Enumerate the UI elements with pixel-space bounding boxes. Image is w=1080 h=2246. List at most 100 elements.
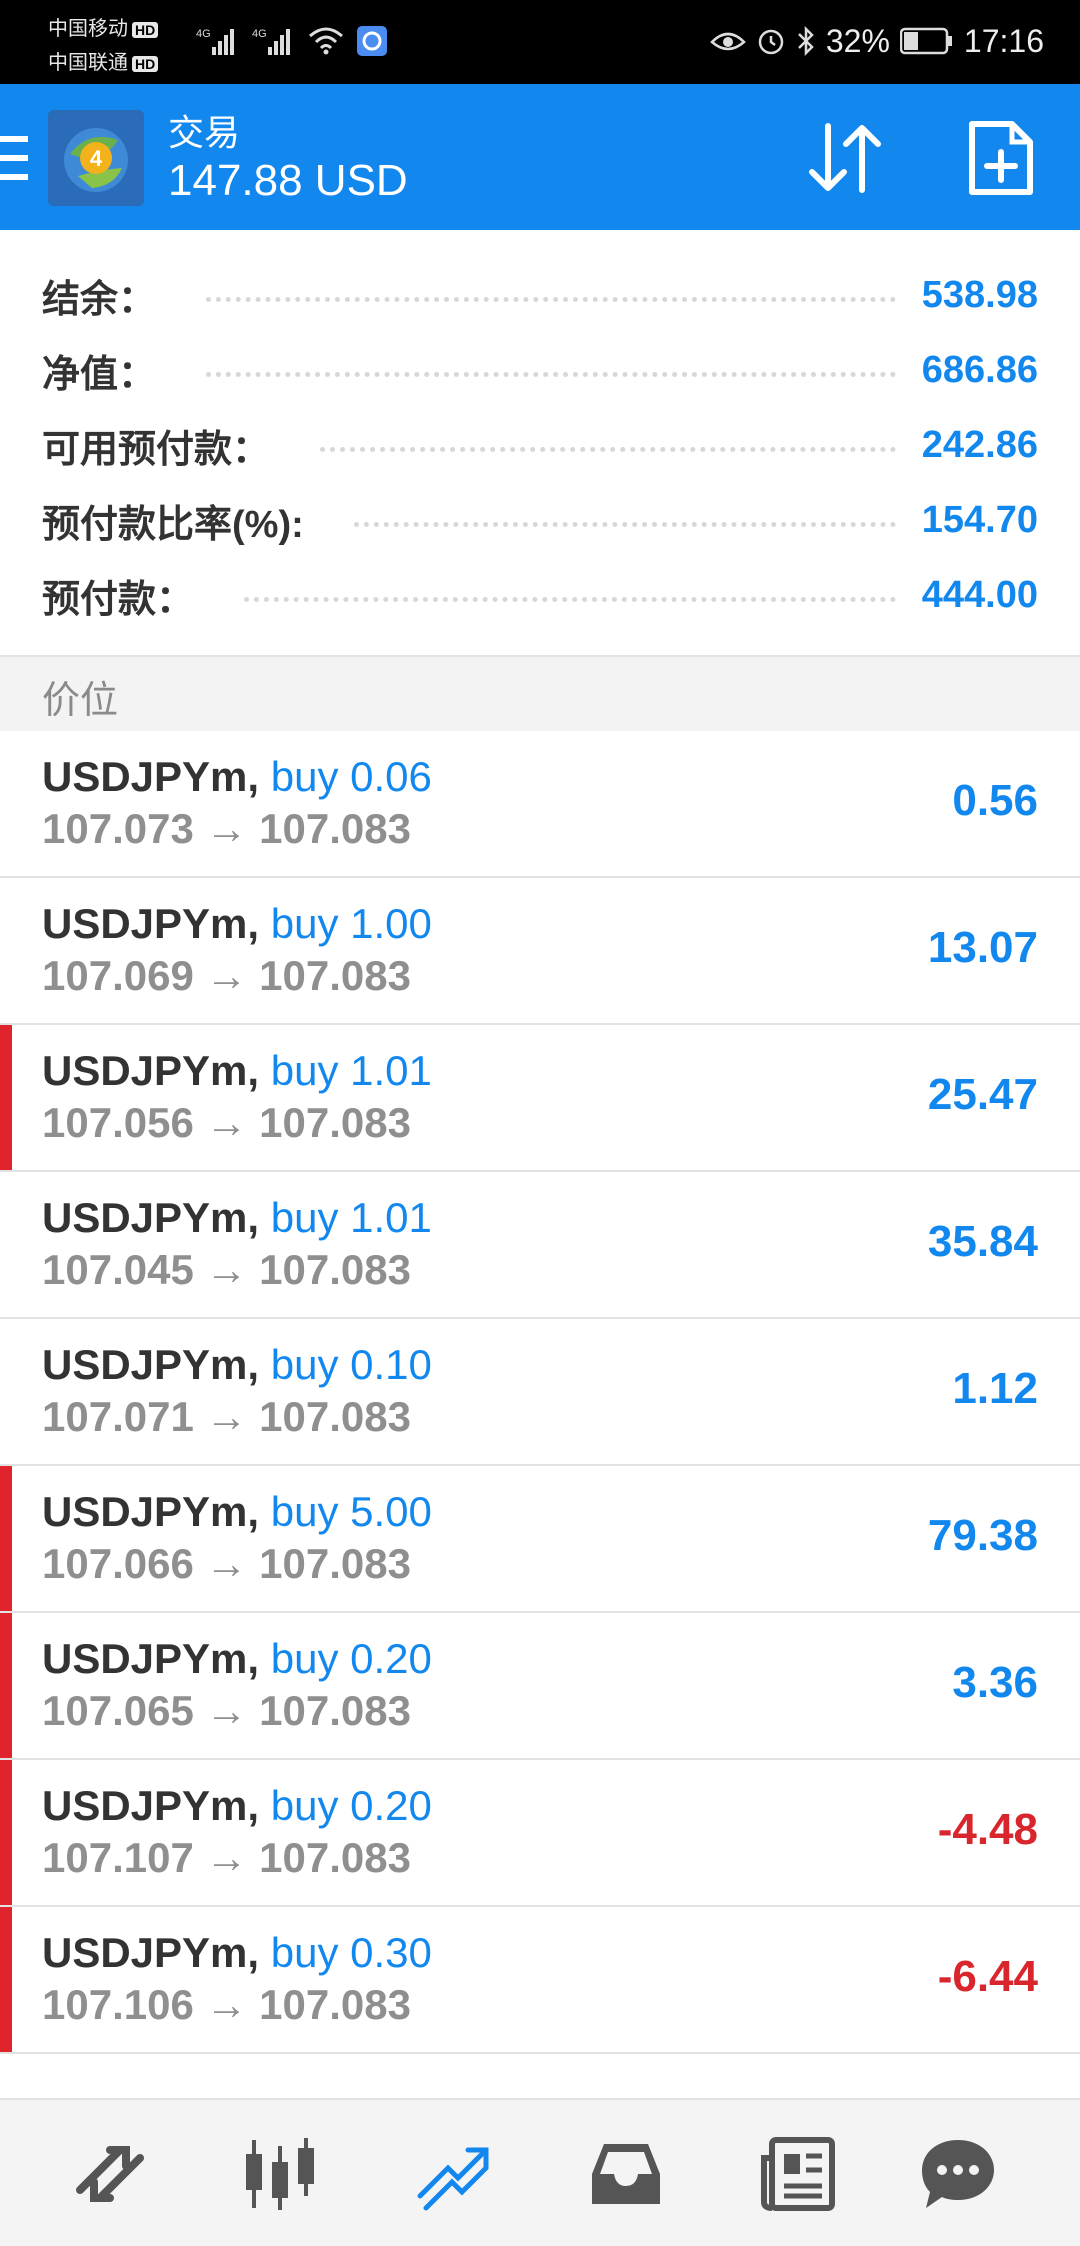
position-row[interactable]: USDJPYm, buy 0.20 107.065 → 107.083 3.36 (0, 1613, 1080, 1760)
open-price: 107.107 (42, 1834, 194, 1881)
signal-icon: 4G (252, 28, 290, 55)
signal-indicators: 4G 4G (196, 18, 388, 64)
price-line: 107.045 → 107.083 (42, 1246, 411, 1294)
summary-label: 结余： (42, 278, 157, 321)
quotes-icon[interactable] (70, 2134, 150, 2214)
profit-value: 3.36 (952, 1658, 1038, 1707)
positions-list: USDJPYm, buy 0.06 107.073 → 107.083 0.56… (0, 731, 1080, 2054)
position-symbol-line: USDJPYm, buy 1.01 (42, 1047, 432, 1095)
profit-value: 25.47 (927, 1070, 1038, 1119)
profit-value: 0.56 (952, 776, 1038, 825)
price-line: 107.069 → 107.083 (42, 952, 411, 1000)
trade-side: buy 0.20 (270, 1782, 432, 1829)
menu-icon[interactable] (0, 136, 28, 180)
status-right: 32% 17:16 (710, 18, 1044, 64)
arrow-right-icon: → (205, 1099, 248, 1146)
position-row[interactable]: USDJPYm, buy 0.10 107.071 → 107.083 1.12 (0, 1319, 1080, 1466)
trade-side: buy 0.10 (270, 1341, 432, 1388)
profit-value: -6.44 (937, 1952, 1038, 2001)
profit-value: 35.84 (927, 1217, 1038, 1266)
price-line: 107.106 → 107.083 (42, 1981, 411, 2029)
price-line: 107.073 → 107.083 (42, 805, 411, 853)
alarm-icon (758, 29, 784, 55)
symbol: USDJPYm, (42, 1488, 260, 1535)
app-notification-icon (357, 26, 387, 56)
summary-label: 可用预付款： (42, 428, 271, 471)
trade-side: buy 1.01 (270, 1047, 432, 1094)
current-price: 107.083 (259, 1393, 411, 1440)
trade-side: buy 0.06 (270, 753, 432, 800)
summary-value: 154.70 (921, 498, 1038, 541)
history-icon[interactable] (586, 2134, 666, 2214)
arrow-right-icon: → (205, 1246, 248, 1293)
open-price: 107.056 (42, 1099, 194, 1146)
profit-value: 13.07 (927, 923, 1038, 972)
price-line: 107.107 → 107.083 (42, 1834, 411, 1882)
arrow-right-icon: → (205, 952, 248, 999)
price-line: 107.056 → 107.083 (42, 1099, 411, 1147)
summary-row-margin: 预付款： 444.00 (42, 565, 1038, 625)
position-symbol-line: USDJPYm, buy 5.00 (42, 1488, 432, 1536)
position-symbol-line: USDJPYm, buy 0.30 (42, 1929, 432, 1977)
page-title: 交易 (168, 112, 241, 153)
chart-icon[interactable] (240, 2134, 320, 2214)
status-bar: 中国移动 HD 中国联通 HD 4G 4G 32% 17:16 (0, 0, 1080, 84)
position-row[interactable]: USDJPYm, buy 1.01 107.045 → 107.083 35.8… (0, 1172, 1080, 1319)
open-price: 107.073 (42, 805, 194, 852)
trade-side: buy 0.20 (270, 1635, 432, 1682)
section-title: 价位 (42, 680, 119, 722)
arrow-right-icon: → (205, 1834, 248, 1881)
symbol: USDJPYm, (42, 900, 260, 947)
sort-icon[interactable] (800, 118, 890, 198)
position-symbol-line: USDJPYm, buy 0.20 (42, 1635, 432, 1683)
position-row[interactable]: USDJPYm, buy 0.06 107.073 → 107.083 0.56 (0, 731, 1080, 878)
current-price: 107.083 (259, 1540, 411, 1587)
position-row[interactable]: USDJPYm, buy 0.20 107.107 → 107.083 -4.4… (0, 1760, 1080, 1907)
symbol: USDJPYm, (42, 1194, 260, 1241)
open-price: 107.106 (42, 1981, 194, 2028)
open-price: 107.066 (42, 1540, 194, 1587)
trade-side: buy 1.01 (270, 1194, 432, 1241)
position-row[interactable]: USDJPYm, buy 1.00 107.069 → 107.083 13.0… (0, 878, 1080, 1025)
new-order-icon[interactable] (966, 118, 1036, 198)
news-icon[interactable] (758, 2134, 838, 2214)
trade-side: buy 5.00 (270, 1488, 432, 1535)
summary-value: 444.00 (921, 573, 1038, 616)
trade-side: buy 0.30 (270, 1929, 432, 1976)
current-price: 107.083 (259, 1687, 411, 1734)
svg-text:4G: 4G (252, 28, 267, 40)
summary-row-free-margin: 可用预付款： 242.86 (42, 415, 1038, 475)
dotted-leader (244, 596, 896, 602)
eye-icon (710, 32, 746, 51)
svg-text:4G: 4G (196, 28, 211, 40)
wifi-icon (309, 27, 343, 55)
position-row[interactable]: USDJPYm, buy 5.00 107.066 → 107.083 79.3… (0, 1466, 1080, 1613)
chat-icon[interactable] (918, 2134, 998, 2214)
open-price: 107.065 (42, 1687, 194, 1734)
symbol: USDJPYm, (42, 1341, 260, 1388)
current-price: 107.083 (259, 805, 411, 852)
position-symbol-line: USDJPYm, buy 0.10 (42, 1341, 432, 1389)
section-header: 价位 (0, 655, 1080, 733)
trade-side: buy 1.00 (270, 900, 432, 947)
trade-icon[interactable] (412, 2134, 492, 2214)
position-symbol-line: USDJPYm, buy 1.00 (42, 900, 432, 948)
current-price: 107.083 (259, 1981, 411, 2028)
position-row[interactable]: USDJPYm, buy 1.01 107.056 → 107.083 25.4… (0, 1025, 1080, 1172)
arrow-right-icon: → (205, 1687, 248, 1734)
current-price: 107.083 (259, 1834, 411, 1881)
mt4-logo-graphic: 4 (48, 110, 144, 206)
price-line: 107.071 → 107.083 (42, 1393, 411, 1441)
profit-value: -4.48 (937, 1805, 1038, 1854)
price-line: 107.066 → 107.083 (42, 1540, 411, 1588)
arrow-right-icon: → (205, 1540, 248, 1587)
mt4-logo[interactable]: 4 (48, 110, 144, 206)
signal-icon: 4G (196, 28, 234, 55)
position-symbol-line: USDJPYm, buy 1.01 (42, 1194, 432, 1242)
account-summary: 结余： 538.98 净值： 686.86 可用预付款： 242.86 预付款比… (0, 230, 1080, 655)
profit-value: 1.12 (952, 1364, 1038, 1413)
dotted-leader (206, 371, 896, 377)
summary-value: 686.86 (921, 348, 1038, 391)
summary-label: 预付款比率(%): (42, 503, 304, 546)
position-row[interactable]: USDJPYm, buy 0.30 107.106 → 107.083 -6.4… (0, 1907, 1080, 2054)
